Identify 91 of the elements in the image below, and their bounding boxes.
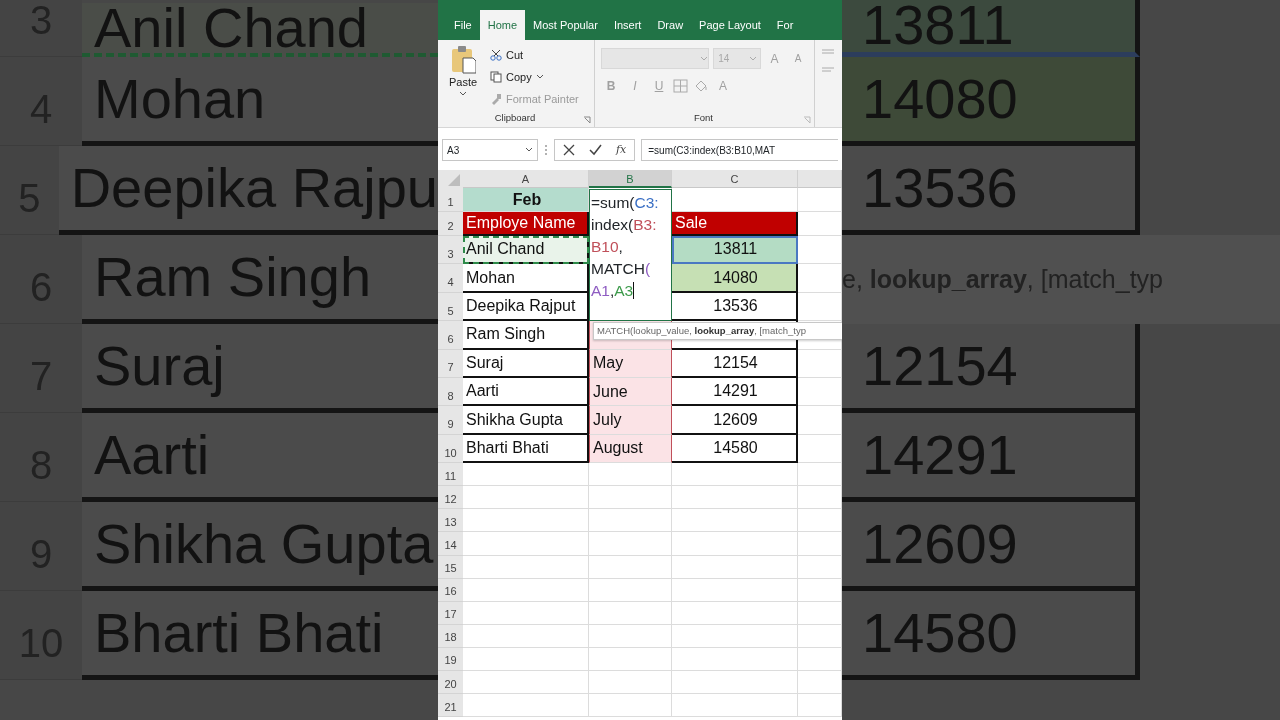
group-label: Clipboard bbox=[493, 110, 537, 125]
table-cell: June bbox=[589, 377, 672, 407]
row-number[interactable]: 9 bbox=[438, 406, 463, 435]
copy-icon bbox=[490, 71, 502, 83]
row-number[interactable]: 2 bbox=[438, 212, 463, 236]
text-cursor bbox=[633, 282, 635, 299]
zoomed-cell: 12154 bbox=[842, 324, 1140, 413]
table-cell: Feb bbox=[463, 188, 589, 212]
table-cell: August bbox=[589, 434, 672, 464]
column-header[interactable]: C bbox=[672, 170, 798, 188]
zoomed-cell: Mohan bbox=[82, 57, 438, 146]
caret-icon bbox=[535, 74, 544, 80]
caret-icon bbox=[700, 55, 709, 62]
table-cell: Anil Chand bbox=[463, 236, 589, 265]
check-icon[interactable] bbox=[589, 144, 602, 156]
caret-icon bbox=[748, 55, 757, 62]
font-name-field[interactable] bbox=[601, 48, 710, 69]
dialog-launcher-icon[interactable] bbox=[583, 116, 591, 124]
column-header[interactable]: B bbox=[589, 170, 672, 188]
row-number[interactable]: 13 bbox=[438, 509, 463, 533]
caret-icon bbox=[459, 90, 467, 97]
table-cell: Employe Name bbox=[463, 212, 589, 236]
zoomed-cell: 14291 bbox=[842, 413, 1140, 502]
row-number[interactable]: 15 bbox=[438, 555, 463, 579]
zoomed-cell: Shikha Gupta bbox=[82, 502, 438, 591]
table-cell: 13811 bbox=[672, 236, 798, 265]
table-cell: July bbox=[589, 406, 672, 435]
table-cell: Sale bbox=[672, 212, 798, 236]
borders-icon[interactable] bbox=[673, 79, 689, 93]
formula-text: =sum(C3: index(B3: B10, MATCH( A1,A3 bbox=[591, 193, 660, 301]
row-number[interactable]: 10 bbox=[438, 434, 463, 464]
table-cell: 14080 bbox=[672, 264, 798, 293]
ribbon-tab[interactable]: Most Popular bbox=[525, 10, 606, 40]
zoomed-cell: Anil Chand bbox=[82, 3, 438, 57]
row-number[interactable]: 21 bbox=[438, 694, 463, 718]
zoomed-cell: 13536 bbox=[842, 146, 1140, 235]
row-number[interactable]: 11 bbox=[438, 463, 463, 487]
select-all-icon[interactable] bbox=[438, 170, 463, 188]
dialog-launcher-icon[interactable] bbox=[803, 116, 811, 124]
row-number[interactable]: 3 bbox=[438, 236, 463, 265]
row-number[interactable]: 7 bbox=[438, 349, 463, 378]
ribbon-tab[interactable]: Insert bbox=[605, 10, 650, 40]
formula-field[interactable]: =sum(C3:index(B3:B10,MAT bbox=[641, 139, 838, 161]
row-number[interactable]: 20 bbox=[438, 670, 463, 695]
row-number[interactable]: 16 bbox=[438, 578, 463, 602]
clipboard-icon bbox=[450, 44, 476, 74]
zoomed-cell: Aarti bbox=[82, 413, 438, 502]
ribbon-tab[interactable]: Draw bbox=[649, 10, 692, 40]
paint-bucket-icon[interactable] bbox=[693, 79, 709, 93]
name-box[interactable]: A3 bbox=[442, 139, 538, 161]
zoomed-cell: 14080 bbox=[842, 57, 1140, 146]
row-number[interactable]: 6 bbox=[438, 321, 463, 350]
row-number[interactable]: 1 bbox=[438, 188, 463, 212]
row-number[interactable]: 19 bbox=[438, 647, 463, 671]
ribbon-tab[interactable]: Page Layout bbox=[691, 10, 769, 40]
zoomed-cell: 12609 bbox=[842, 502, 1140, 591]
zoomed-cell: Deepika Rajpu bbox=[58, 146, 438, 235]
row-number[interactable]: 4 bbox=[438, 264, 463, 293]
row-number[interactable]: 8 bbox=[438, 377, 463, 407]
ribbon-tab[interactable]: Home bbox=[479, 10, 526, 40]
copy-button[interactable]: Copy bbox=[506, 68, 532, 86]
table-cell: 14291 bbox=[672, 377, 798, 407]
row-number[interactable]: 5 bbox=[438, 292, 463, 322]
scissors-icon bbox=[490, 49, 502, 61]
cancel-icon[interactable] bbox=[563, 144, 575, 156]
cell-editor[interactable]: =sum(C3: index(B3: B10, MATCH( A1,A3 bbox=[589, 189, 672, 321]
zoomed-cell: 14580 bbox=[842, 591, 1140, 680]
row-number[interactable]: 18 bbox=[438, 624, 463, 648]
table-cell: 14580 bbox=[672, 434, 798, 464]
insert-function-button[interactable]: fx bbox=[616, 141, 627, 159]
brush-icon bbox=[490, 93, 502, 105]
table-cell: May bbox=[589, 349, 672, 378]
table-cell: 12154 bbox=[672, 349, 798, 378]
ribbon-tab[interactable]: File bbox=[446, 10, 480, 40]
zoomed-cell: Bharti Bhati bbox=[82, 591, 438, 680]
ribbon-tab[interactable]: For bbox=[768, 10, 802, 40]
zoomed-cell: Ram Singh bbox=[82, 235, 438, 324]
grip-icon bbox=[544, 143, 548, 157]
column-header[interactable]: A bbox=[463, 170, 589, 188]
caret-icon bbox=[525, 147, 533, 153]
zoomed-cell: Suraj bbox=[82, 324, 438, 413]
table-cell: 12609 bbox=[672, 406, 798, 435]
cut-button[interactable]: Cut bbox=[506, 46, 524, 64]
function-tooltip: MATCH(lookup_value, lookup_array, [match_typ bbox=[593, 322, 842, 340]
column-header[interactable] bbox=[798, 170, 842, 188]
row-number[interactable]: 17 bbox=[438, 601, 463, 625]
zoomed-cell: 13811 bbox=[842, 0, 1140, 57]
group-label: Font bbox=[693, 110, 714, 125]
row-number[interactable]: 14 bbox=[438, 532, 463, 556]
paste-button[interactable]: Paste bbox=[444, 44, 482, 110]
row-number[interactable]: 12 bbox=[438, 486, 463, 510]
